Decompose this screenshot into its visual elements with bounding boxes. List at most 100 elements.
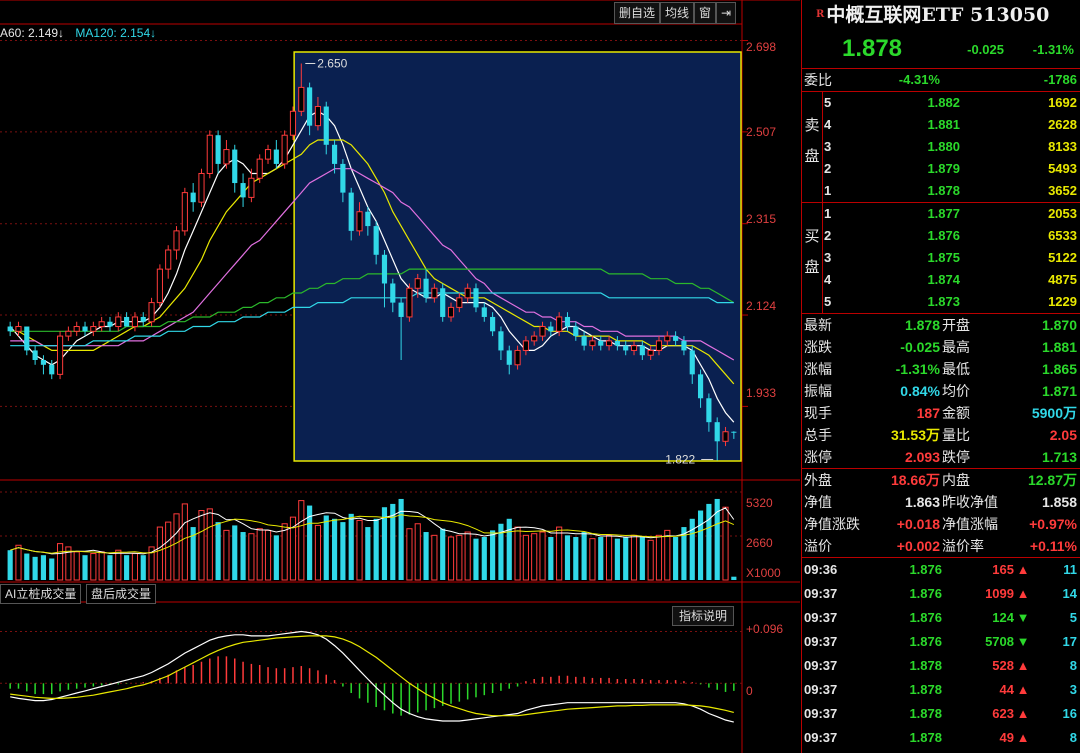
macd-dif-line xyxy=(10,630,734,723)
stat-value: 1.863 xyxy=(904,494,940,510)
weibi-pct: -4.31% xyxy=(898,72,940,87)
volume-bar xyxy=(90,553,97,581)
candle-body xyxy=(639,345,645,356)
tick-count: 16 xyxy=(1062,706,1077,721)
arrow-up-icon: ▲ xyxy=(1016,730,1030,745)
volume-bar xyxy=(598,536,604,580)
stat-value: +0.018 xyxy=(896,516,940,532)
stat-row: 外盘 18.66万 内盘 12.87万 xyxy=(802,469,1080,491)
tick-count: 11 xyxy=(1063,562,1077,577)
ask-row[interactable]: 1 1.878 3652 xyxy=(822,180,1080,202)
bid-row[interactable]: 4 1.874 4875 xyxy=(822,269,1080,291)
security-name: 中概互联网ETF 513050 xyxy=(826,4,1050,26)
ask-row[interactable]: 3 1.880 8133 xyxy=(822,136,1080,158)
indicator-help-button[interactable]: 指标说明 xyxy=(672,606,735,626)
candle-body xyxy=(548,326,554,332)
candle-body xyxy=(240,183,246,198)
volume-bar xyxy=(731,576,737,580)
volume-bar xyxy=(115,549,122,581)
bid-volume: 6533 xyxy=(1048,228,1077,243)
candle-body xyxy=(531,335,538,342)
bid-row[interactable]: 5 1.873 1229 xyxy=(822,291,1080,313)
stat-value: -0.025 xyxy=(900,339,940,355)
candle-body xyxy=(24,326,30,351)
volume-bar xyxy=(281,523,288,581)
tick-volume: 1099 xyxy=(985,586,1014,601)
price-summary: 1.878 -0.025 -1.31% xyxy=(802,30,1080,69)
kline-chart[interactable]: 2.650 1.822 xyxy=(0,0,800,753)
bid-row[interactable]: 3 1.875 5122 xyxy=(822,247,1080,269)
ask-level: 2 xyxy=(824,161,832,176)
ask-row[interactable]: 4 1.881 2628 xyxy=(822,114,1080,136)
candle-body xyxy=(440,288,446,317)
stat-value: 1.878 xyxy=(904,317,940,333)
tick-volume: 165 xyxy=(992,562,1014,577)
tick-row: 09:37 1.876 1099 ▲ 14 xyxy=(802,582,1080,606)
bid-price: 1.875 xyxy=(927,250,960,265)
tab-after-hours-volume[interactable]: 盘后成交量 xyxy=(86,584,157,604)
ma-settings-button[interactable]: 均线 xyxy=(660,2,695,24)
ask-row[interactable]: 2 1.879 5493 xyxy=(822,158,1080,180)
tick-volume: 49 xyxy=(999,730,1014,745)
volume-bar xyxy=(706,503,712,580)
bid-level: 2 xyxy=(824,228,832,243)
price-change: -0.025 xyxy=(967,41,1004,57)
candle-body xyxy=(323,106,329,145)
weibi-label: 委比 xyxy=(804,72,832,88)
volume-bar xyxy=(548,536,554,580)
candle-body xyxy=(156,268,163,304)
ask-level: 1 xyxy=(824,183,832,198)
stat-value: 12.87万 xyxy=(1027,472,1077,488)
stat-value: +0.97% xyxy=(1029,516,1077,532)
price-tick-label: 2.507 xyxy=(746,125,777,139)
candle-body xyxy=(314,106,322,127)
volume-bar xyxy=(473,538,479,580)
volume-bar xyxy=(107,555,113,580)
remove-favorite-button[interactable]: 删自选 xyxy=(614,2,661,24)
ma-legend: A60: 2.149↓ MA120: 2.154↓ xyxy=(0,26,164,40)
candle-body xyxy=(398,302,404,317)
volume-bar xyxy=(32,556,38,580)
tick-time: 09:37 xyxy=(804,610,838,625)
volume-bar xyxy=(223,529,230,581)
candle-body xyxy=(148,302,155,323)
volume-bar xyxy=(49,558,55,580)
tick-row: 09:37 1.878 528 ▲ 8 xyxy=(802,654,1080,678)
candle-body xyxy=(198,172,205,203)
macd-tick-label: +0.096 xyxy=(746,622,784,636)
tick-price: 1.878 xyxy=(909,730,942,745)
volume-bar xyxy=(447,536,455,581)
tick-list: 09:36 1.876 165 ▲ 11 09:37 1.876 1099 ▲ 14 09:37 1.… xyxy=(802,558,1080,750)
tick-count: 14 xyxy=(1062,586,1077,601)
window-button[interactable]: 窗 xyxy=(694,2,717,24)
candle-body xyxy=(32,350,38,360)
highlight-box xyxy=(293,51,742,462)
candle-body xyxy=(348,192,354,231)
candle-body xyxy=(131,316,139,328)
candle-body xyxy=(264,149,272,160)
ask-volume: 1692 xyxy=(1048,95,1077,110)
volume-bar xyxy=(456,534,463,581)
tick-row: 09:37 1.876 5708 ▼ 17 xyxy=(802,630,1080,654)
candle-body xyxy=(423,278,429,298)
candle-body xyxy=(90,326,97,332)
low-annotation: 1.822 xyxy=(665,452,695,466)
volume-bar xyxy=(240,532,246,580)
stat-label: 涨停 xyxy=(804,449,832,465)
stat-value: -1.31% xyxy=(895,361,940,377)
candle-body xyxy=(307,87,313,126)
tick-volume: 5708 xyxy=(985,634,1014,649)
price-tick-label: 2.698 xyxy=(746,40,777,54)
stat-row: 涨幅 -1.31% 最低 1.865 xyxy=(802,358,1080,380)
tab-ai-volume[interactable]: AI立桩成交量 xyxy=(0,584,82,604)
volume-bar xyxy=(623,536,629,580)
collapse-panel-icon[interactable]: ⇥ xyxy=(716,2,737,24)
ask-row[interactable]: 5 1.882 1692 xyxy=(822,92,1080,114)
kline-chart-area[interactable]: 2.650 1.822 A60: 2.149↓ MA120: 2.154↓ 删自选… xyxy=(0,0,800,753)
candle-body xyxy=(173,230,180,251)
volume-bar xyxy=(514,526,521,581)
volume-bar xyxy=(647,539,654,581)
tick-price: 1.876 xyxy=(909,586,942,601)
bid-row[interactable]: 1 1.877 2053 xyxy=(822,203,1080,225)
bid-row[interactable]: 2 1.876 6533 xyxy=(822,225,1080,247)
